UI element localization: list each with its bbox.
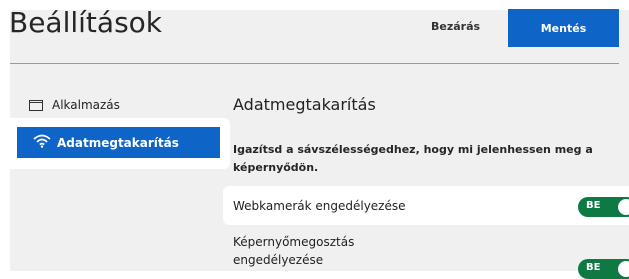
wifi-icon [33,134,51,151]
save-button[interactable]: Mentés [508,9,619,47]
section-description: Igazítsd a sávszélességedhez, hogy mi je… [233,143,593,174]
setting-label: Képernyőmegosztás engedélyezése [233,235,355,267]
toggle-knob [616,259,629,279]
webcams-toggle[interactable]: BE [578,197,629,217]
section-title: Adatmegtakarítás [233,95,376,114]
setting-row-webcams: Webkamerák engedélyezése [223,186,629,225]
close-button[interactable]: Bezárás [431,20,480,33]
setting-row-screenshare: Képernyőmegosztás engedélyezése [223,233,629,271]
window-icon [28,98,44,112]
sidebar-item-data-saving[interactable]: Adatmegtakarítás [17,127,220,158]
sidebar-item-label: Alkalmazás [52,98,120,112]
setting-label: Webkamerák engedélyezése [233,198,406,213]
toggle-state-label: BE [586,200,601,211]
screenshare-toggle[interactable]: BE [578,259,629,279]
sidebar-item-label: Adatmegtakarítás [57,135,179,150]
toggle-knob [616,197,629,217]
toggle-state-label: BE [586,262,601,273]
page-title: Beállítások [9,6,163,39]
sidebar-item-application[interactable]: Alkalmazás [28,91,228,119]
header-divider [10,63,619,64]
